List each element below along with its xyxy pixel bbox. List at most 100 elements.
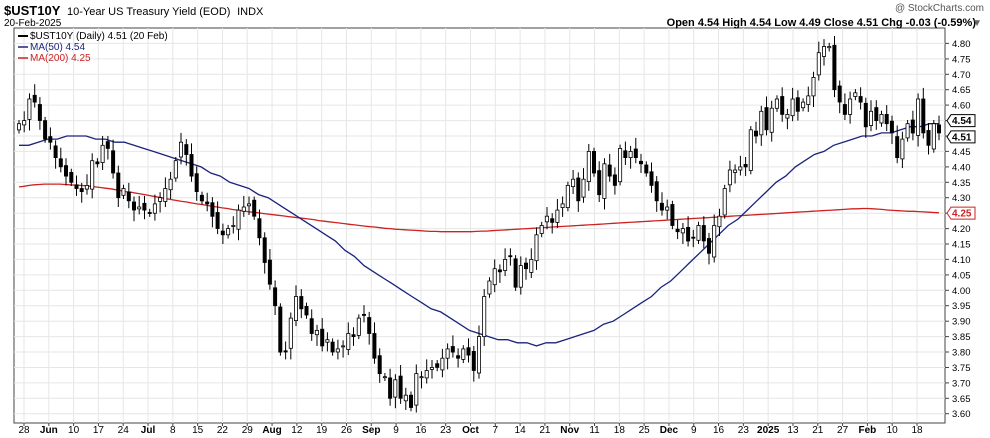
candle-body bbox=[231, 225, 236, 227]
candle-body bbox=[628, 150, 633, 158]
candle-body bbox=[717, 215, 722, 228]
current-value-label: 4.51 bbox=[946, 130, 976, 144]
candle-body bbox=[16, 123, 21, 131]
candle-body bbox=[701, 225, 706, 242]
candle-body bbox=[367, 317, 372, 334]
candle-body bbox=[832, 44, 837, 91]
candle-body bbox=[654, 181, 659, 202]
candle-body bbox=[236, 209, 241, 230]
collapse-arrow-icon[interactable]: ▼ bbox=[972, 18, 982, 29]
candle-body bbox=[450, 346, 455, 353]
candle-body bbox=[273, 287, 278, 307]
x-tick-label: 18 bbox=[911, 425, 923, 436]
candle-body bbox=[440, 357, 445, 371]
x-tick-label: 23 bbox=[440, 425, 452, 436]
candle bbox=[618, 144, 623, 186]
current-value-text: 4.51 bbox=[952, 132, 972, 143]
candle-body bbox=[754, 130, 759, 137]
y-tick-label: 4.35 bbox=[952, 178, 971, 189]
candle bbox=[252, 196, 257, 220]
candle-body bbox=[759, 110, 764, 136]
candle bbox=[931, 120, 936, 153]
candle bbox=[832, 36, 837, 98]
x-tick-label: 7 bbox=[493, 425, 499, 436]
x-tick-label: 15 bbox=[192, 425, 204, 436]
candle-body bbox=[388, 377, 393, 399]
x-tick-label: Feb bbox=[858, 425, 876, 436]
candle-body bbox=[48, 136, 53, 143]
candle-body bbox=[586, 150, 591, 182]
y-tick-label: 4.45 bbox=[952, 147, 971, 158]
candle-body bbox=[403, 394, 408, 402]
x-tick-label: 10 bbox=[68, 425, 80, 436]
y-tick-label: 4.20 bbox=[952, 224, 971, 235]
candle-body bbox=[95, 161, 100, 165]
candle-body bbox=[722, 188, 727, 216]
candle-body bbox=[916, 98, 921, 136]
x-tick-label: 26 bbox=[341, 425, 353, 436]
candle-body bbox=[22, 120, 27, 126]
candle-body bbox=[173, 160, 178, 179]
candle-body bbox=[508, 255, 513, 258]
y-tick-label: 4.00 bbox=[952, 286, 971, 297]
y-tick-label: 4.80 bbox=[952, 39, 971, 50]
y-tick-label: 4.05 bbox=[952, 270, 971, 281]
watermark: @ StockCharts.com bbox=[895, 3, 984, 14]
candle bbox=[748, 126, 753, 175]
candle-body bbox=[346, 333, 351, 350]
candle-body bbox=[816, 52, 821, 76]
x-tick-label: 28 bbox=[18, 425, 30, 436]
candle-body bbox=[189, 154, 194, 177]
x-tick-label: 9 bbox=[691, 425, 697, 436]
candle bbox=[173, 157, 178, 182]
candle-body bbox=[393, 379, 398, 398]
candle-body bbox=[633, 148, 638, 159]
y-tick-label: 4.40 bbox=[952, 162, 971, 173]
candle-body bbox=[905, 123, 910, 139]
candle-body bbox=[879, 114, 884, 124]
candle-body bbox=[241, 206, 246, 212]
candle-body bbox=[325, 339, 330, 343]
x-tick-label: Dec bbox=[660, 425, 679, 436]
y-tick-label: 3.60 bbox=[952, 409, 971, 420]
candle-body bbox=[842, 104, 847, 115]
candle-body bbox=[74, 184, 79, 189]
candle-body bbox=[168, 178, 173, 191]
candle-body bbox=[529, 258, 534, 273]
y-tick-label: 3.75 bbox=[952, 363, 971, 374]
candle-body bbox=[69, 171, 74, 183]
candle-body bbox=[665, 206, 670, 211]
candle-body bbox=[456, 355, 461, 359]
y-tick-label: 3.70 bbox=[952, 378, 971, 389]
candle-body bbox=[461, 348, 466, 360]
candle-body bbox=[335, 348, 340, 353]
candle-body bbox=[492, 268, 497, 286]
x-tick-label: 16 bbox=[713, 425, 725, 436]
candle-body bbox=[659, 202, 664, 211]
y-tick-label: 4.75 bbox=[952, 54, 971, 65]
candle-body bbox=[712, 225, 717, 258]
candle-body bbox=[90, 160, 95, 190]
current-value-label: 4.54 bbox=[946, 114, 976, 127]
candle-body bbox=[184, 144, 189, 155]
candle-body bbox=[623, 150, 628, 159]
candle-body bbox=[863, 102, 868, 128]
candle-body bbox=[884, 114, 889, 125]
candle bbox=[722, 184, 727, 219]
candle bbox=[513, 255, 518, 291]
candle-body bbox=[937, 124, 942, 134]
candle-body bbox=[100, 144, 105, 164]
candle-body bbox=[848, 98, 853, 115]
candle-body bbox=[534, 234, 539, 262]
x-tick-label: 13 bbox=[787, 425, 799, 436]
candle-body bbox=[524, 262, 529, 270]
candle-body bbox=[262, 237, 267, 263]
candle bbox=[670, 200, 675, 230]
candle-body bbox=[612, 174, 617, 186]
candle-body bbox=[226, 228, 231, 236]
instrument-name: 10-Year US Treasury Yield (EOD) bbox=[67, 6, 230, 18]
candle-body bbox=[320, 328, 325, 347]
candle-body bbox=[670, 204, 675, 226]
candle-body bbox=[581, 178, 586, 198]
candle-body bbox=[602, 163, 607, 199]
